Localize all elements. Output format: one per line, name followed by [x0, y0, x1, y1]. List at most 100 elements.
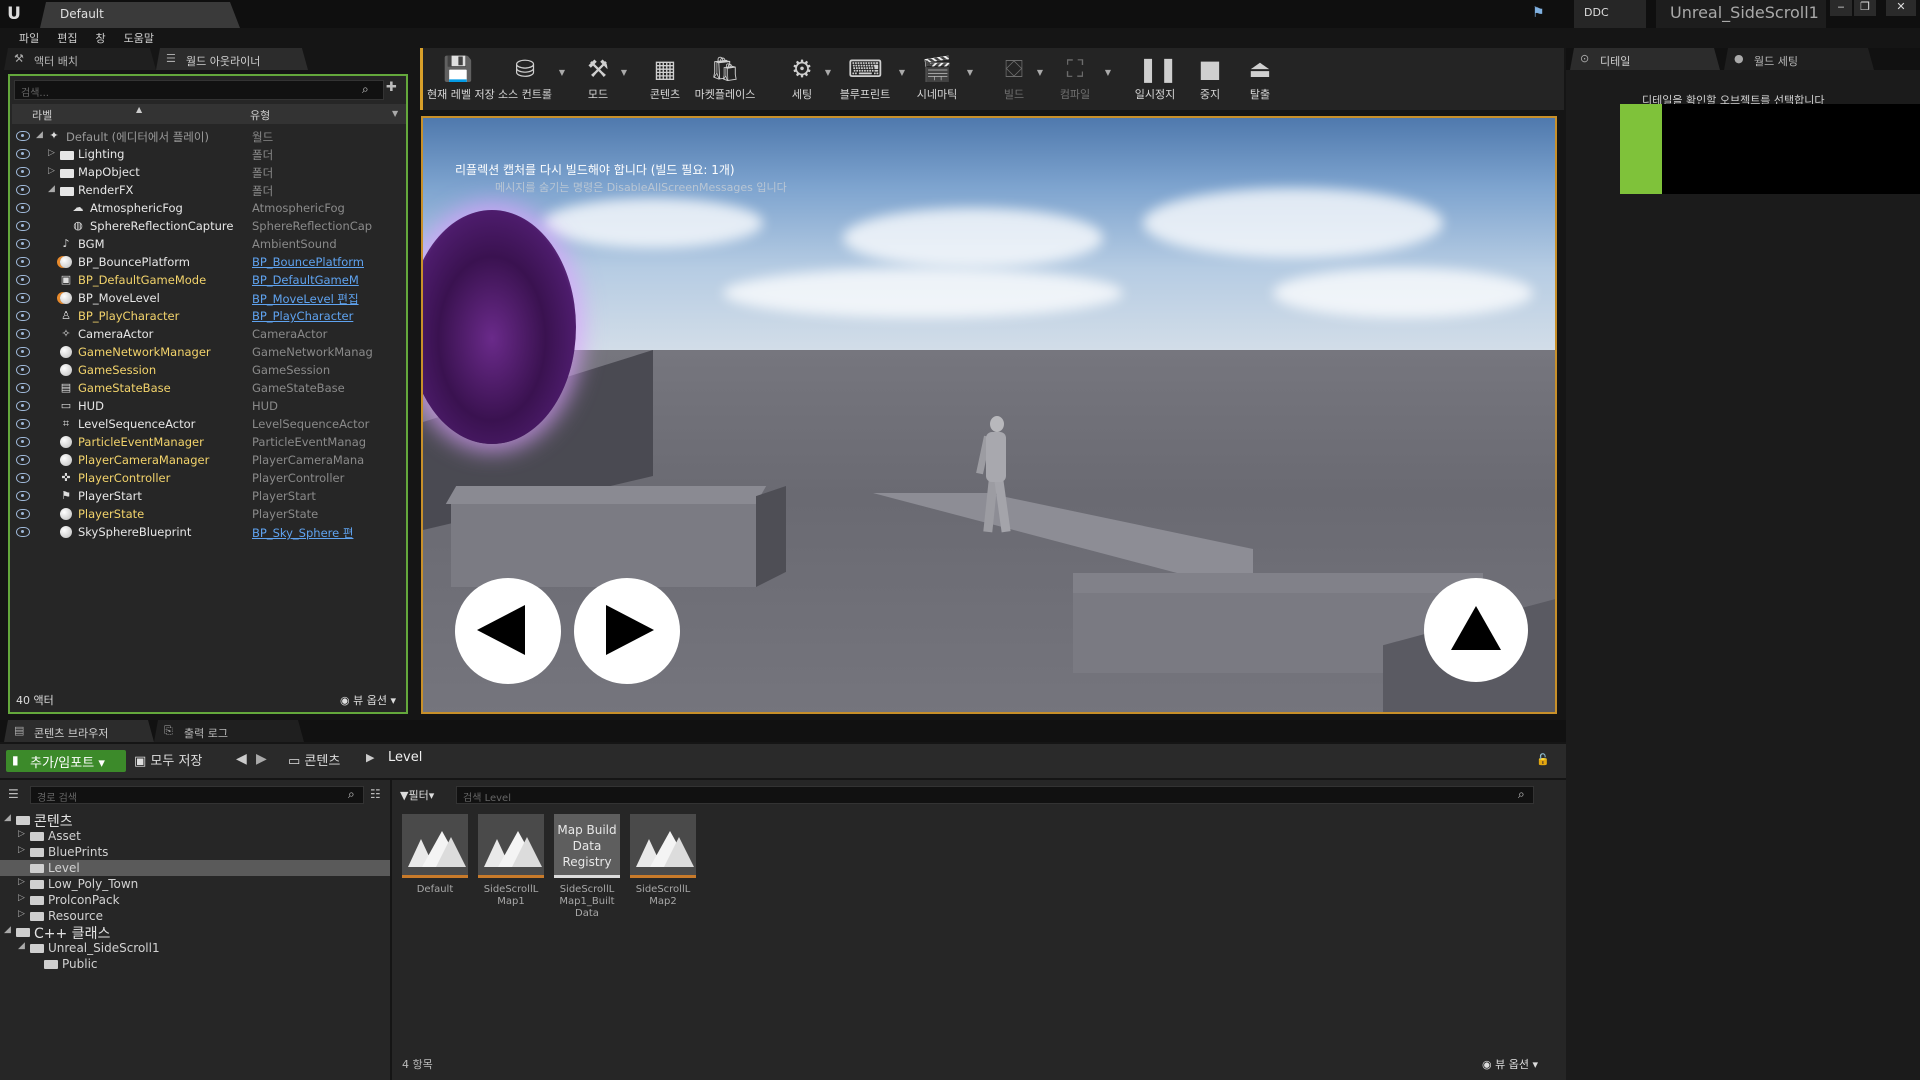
outliner-row[interactable]: ◢ RenderFX 폴더 — [12, 182, 406, 200]
folder-tree-item[interactable]: ◢ 콘텐츠 — [0, 812, 390, 830]
eye-icon[interactable] — [16, 383, 30, 393]
folder-tree-item[interactable]: ▷ BluePrints — [0, 844, 390, 860]
level-viewport[interactable]: 리플렉션 캡처를 다시 빌드해야 합니다 (빌드 필요: 1개) 메시지를 숨기… — [421, 116, 1557, 714]
folder-tree-item[interactable]: ▷ Resource — [0, 908, 390, 924]
folder-tree-item[interactable]: ◢ C++ 클래스 — [0, 924, 390, 942]
expand-arrow-icon[interactable]: ◢ — [18, 941, 25, 951]
expand-arrow-icon[interactable]: ◢ — [36, 130, 43, 140]
menu-edit[interactable]: 편집 — [48, 28, 86, 48]
outliner-row[interactable]: BP_MoveLevel BP_MoveLevel 편집 — [12, 290, 406, 308]
notification-flag-icon[interactable]: ⚑ — [1532, 5, 1550, 23]
move-left-button[interactable] — [455, 578, 561, 684]
column-type[interactable]: 유형 — [250, 107, 270, 123]
back-arrow-icon[interactable]: ◀ — [236, 751, 247, 767]
eye-icon[interactable] — [16, 419, 30, 429]
path-search-input[interactable]: 경로 검색 — [30, 786, 364, 804]
outliner-row[interactable]: ⚑ PlayerStart PlayerStart — [12, 488, 406, 506]
outliner-row[interactable]: ♪ BGM AmbientSound — [12, 236, 406, 254]
eye-icon[interactable] — [16, 311, 30, 321]
view-options-button[interactable]: ◉ 뷰 옵션 ▾ — [340, 692, 396, 708]
expand-arrow-icon[interactable]: ▷ — [18, 845, 25, 855]
eye-icon[interactable] — [16, 185, 30, 195]
outliner-row[interactable]: BP_BouncePlatform BP_BouncePlatform — [12, 254, 406, 272]
tab-place-actors[interactable]: ⚒ 액터 배치 — [4, 48, 156, 70]
outliner-row[interactable]: ✜ PlayerController PlayerController — [12, 470, 406, 488]
tab-details[interactable]: ⊙ 디테일 — [1570, 48, 1720, 70]
eye-icon[interactable] — [16, 473, 30, 483]
menu-help[interactable]: 도움말 — [115, 28, 163, 48]
asset-tile[interactable]: SideScrollL Map1 — [478, 814, 544, 908]
menu-file[interactable]: 파일 — [10, 28, 48, 48]
tab-world-settings[interactable]: ● 월드 세팅 — [1724, 48, 1874, 70]
eye-icon[interactable] — [16, 203, 30, 213]
content-button[interactable]: ▦ 콘텐츠 — [645, 52, 685, 108]
outliner-search-input[interactable]: 검색... — [14, 80, 384, 100]
blueprints-button[interactable]: ⌨ 블루프린트 ▼ — [837, 52, 905, 108]
eye-icon[interactable] — [16, 149, 30, 159]
move-right-button[interactable] — [574, 578, 680, 684]
settings-button[interactable]: ⚙ 세팅 ▼ — [785, 52, 831, 108]
expand-arrow-icon[interactable]: ▷ — [18, 829, 25, 839]
chevron-down-icon[interactable]: ▼ — [1105, 68, 1111, 77]
eject-button[interactable]: ⏏ 탈출 — [1243, 52, 1277, 108]
eye-icon[interactable] — [16, 491, 30, 501]
tab-content-browser[interactable]: ▤ 콘텐츠 브라우저 — [4, 720, 154, 742]
stop-button[interactable]: ■ 중지 — [1193, 52, 1227, 108]
eye-icon[interactable] — [16, 455, 30, 465]
folder-tree-item[interactable]: ◢ Unreal_SideScroll1 — [0, 940, 390, 956]
eye-icon[interactable] — [16, 221, 30, 231]
folder-tree-item[interactable]: Public — [0, 956, 390, 972]
eye-icon[interactable] — [16, 401, 30, 411]
save-all-button[interactable]: ▣ 모두 저장 — [134, 750, 202, 769]
forward-arrow-icon[interactable]: ▶ — [256, 751, 267, 767]
asset-tile[interactable]: Default — [402, 814, 468, 896]
chevron-down-icon[interactable]: ▼ — [559, 68, 565, 77]
outliner-row[interactable]: SkySphereBlueprint BP_Sky_Sphere 편 — [12, 524, 406, 542]
breadcrumb-root[interactable]: ▭ 콘텐츠 — [288, 750, 340, 769]
eye-icon[interactable] — [16, 257, 30, 267]
eye-icon[interactable] — [16, 347, 30, 357]
modes-button[interactable]: ⚒ 모드 ▼ — [581, 52, 627, 108]
save-current-level-button[interactable]: 💾 현재 레벨 저장 — [427, 52, 495, 108]
outliner-row[interactable]: ▤ GameStateBase GameStateBase — [12, 380, 406, 398]
source-control-button[interactable]: ⛁ 소스 컨트롤 ▼ — [497, 52, 565, 108]
folder-tree-item[interactable]: Level — [0, 860, 390, 876]
lock-icon[interactable]: 🔓 — [1536, 753, 1550, 766]
row-type[interactable]: BP_BouncePlatform — [252, 255, 402, 269]
outliner-row[interactable]: GameNetworkManager GameNetworkManag — [12, 344, 406, 362]
eye-icon[interactable] — [16, 365, 30, 375]
eye-icon[interactable] — [16, 239, 30, 249]
add-folder-icon[interactable]: ✚ — [386, 80, 404, 98]
eye-icon[interactable] — [16, 437, 30, 447]
chevron-down-icon[interactable]: ▼ — [1037, 68, 1043, 77]
maximize-button[interactable]: ❐ — [1854, 0, 1876, 16]
tab-world-outliner[interactable]: ☰ 월드 아웃라이너 — [156, 48, 308, 70]
eye-icon[interactable] — [16, 293, 30, 303]
expand-arrow-icon[interactable]: ◢ — [4, 813, 11, 823]
chevron-down-icon[interactable]: ▼ — [392, 109, 398, 118]
folder-tree-item[interactable]: ▷ Low_Poly_Town — [0, 876, 390, 892]
build-button[interactable]: ⛋ 빌드 ▼ — [997, 52, 1043, 108]
tab-output-log[interactable]: ⎘ 출력 로그 — [154, 720, 304, 742]
column-label[interactable]: 라벨 — [32, 107, 52, 123]
eye-icon[interactable] — [16, 131, 30, 141]
cinematics-button[interactable]: 🎬 시네마틱 ▼ — [913, 52, 973, 108]
outliner-row[interactable]: ✧ CameraActor CameraActor — [12, 326, 406, 344]
chevron-down-icon[interactable]: ▼ — [825, 68, 831, 77]
outliner-row[interactable]: ☁ AtmosphericFog AtmosphericFog — [12, 200, 406, 218]
outliner-row[interactable]: ◍ SphereReflectionCapture SphereReflection… — [12, 218, 406, 236]
chevron-down-icon[interactable]: ▼ — [967, 68, 973, 77]
eye-icon[interactable] — [16, 509, 30, 519]
compile-button[interactable]: ⛶ 컴파일 ▼ — [1051, 52, 1111, 108]
eye-icon[interactable] — [16, 527, 30, 537]
ddc-indicator[interactable]: DDC — [1574, 0, 1646, 28]
outliner-row[interactable]: ⌗ LevelSequenceActor LevelSequenceActor — [12, 416, 406, 434]
row-type[interactable]: BP_MoveLevel 편집 — [252, 291, 402, 307]
marketplace-button[interactable]: 🛍 마켓플레이스 — [691, 52, 759, 108]
asset-tile[interactable]: SideScrollL Map2 — [630, 814, 696, 908]
expand-arrow-icon[interactable]: ▷ — [18, 893, 25, 903]
chevron-down-icon[interactable]: ▼ — [621, 68, 627, 77]
minimize-button[interactable]: ‒ — [1830, 0, 1852, 16]
folder-tree-item[interactable]: ▷ ProlconPack — [0, 892, 390, 908]
asset-tile[interactable]: Map Build Data Registry SideScrollL Map1_… — [554, 814, 620, 920]
